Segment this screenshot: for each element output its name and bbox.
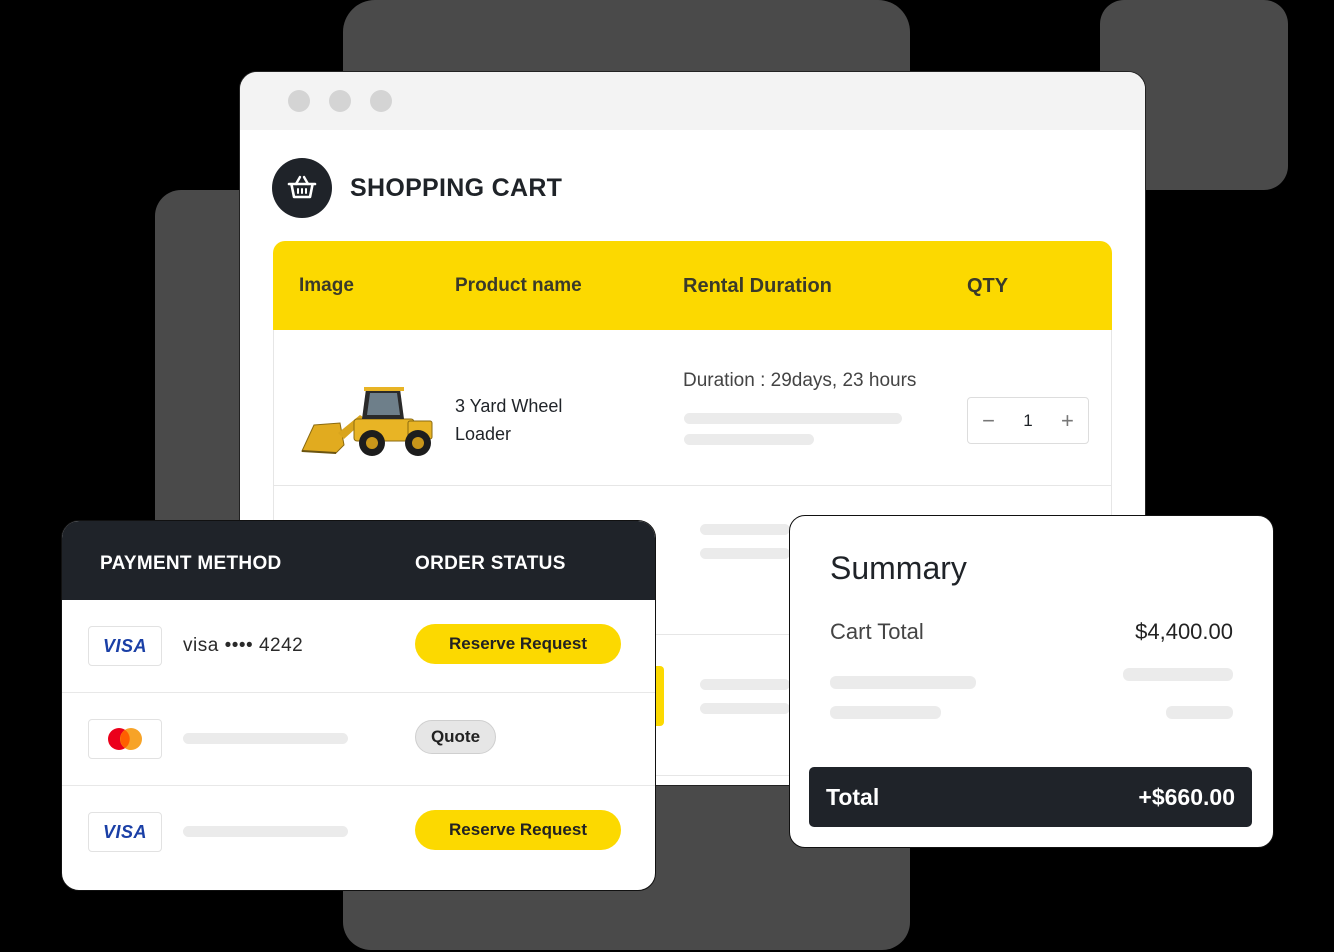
cart-total-label: Cart Total [830, 619, 924, 644]
payment-row: Quote [62, 693, 655, 786]
placeholder-line [1123, 668, 1233, 681]
cart-total-value: $4,400.00 [1135, 619, 1233, 644]
rental-duration: Duration : 29days, 23 hours [683, 370, 917, 391]
basket-icon [272, 158, 332, 218]
summary-title: Summary [830, 550, 967, 586]
placeholder-line [700, 703, 790, 714]
payment-card-header: PAYMENT METHOD ORDER STATUS [62, 521, 655, 600]
total-bar: Total +$660.00 [809, 767, 1252, 827]
browser-titlebar [240, 72, 1145, 130]
cart-header: SHOPPING CART [272, 158, 562, 218]
placeholder-line [830, 706, 941, 719]
column-header-qty: QTY [967, 275, 1009, 297]
table-row: 3 Yard Wheel Loader Duration : 29days, 2… [273, 330, 1112, 486]
wheel-loader-image [301, 387, 433, 456]
card-number: visa •••• 4242 [183, 635, 304, 656]
order-status-header: ORDER STATUS [415, 553, 566, 574]
quote-badge[interactable]: Quote [415, 720, 496, 754]
quantity-stepper: − 1 + [967, 397, 1089, 444]
product-name[interactable]: 3 Yard Wheel Loader [455, 392, 605, 448]
qty-value: 1 [1023, 410, 1033, 430]
summary-card: Summary Cart Total $4,400.00 Total +$660… [789, 515, 1274, 848]
total-value: +$660.00 [1138, 784, 1235, 810]
visa-logo-icon: VISA [88, 812, 162, 852]
placeholder-line [1166, 706, 1233, 719]
cart-table-header: Image Product name Rental Duration QTY [273, 241, 1112, 330]
mastercard-logo-icon [88, 719, 162, 759]
column-header-rental-duration: Rental Duration [683, 275, 832, 297]
reserve-request-button[interactable]: Reserve Request [415, 810, 621, 850]
column-header-product-name: Product name [455, 275, 582, 296]
placeholder-line [700, 524, 790, 535]
window-dot-maximize[interactable] [370, 90, 392, 112]
placeholder-line [700, 679, 790, 690]
payment-method-header: PAYMENT METHOD [100, 553, 282, 574]
column-header-image: Image [299, 275, 354, 296]
placeholder-line [684, 413, 902, 424]
placeholder-line [700, 548, 790, 559]
window-dot-minimize[interactable] [329, 90, 351, 112]
payment-card: PAYMENT METHOD ORDER STATUS VISA visa ••… [61, 520, 656, 891]
reserve-request-button[interactable]: Reserve Request [415, 624, 621, 664]
placeholder-line [830, 676, 976, 689]
placeholder-line [183, 826, 348, 837]
placeholder-line [183, 733, 348, 744]
window-dot-close[interactable] [288, 90, 310, 112]
page-title: SHOPPING CART [350, 173, 563, 202]
payment-row: VISA visa •••• 4242 Reserve Request [62, 600, 655, 693]
payment-row: VISA Reserve Request [62, 786, 655, 878]
visa-logo-icon: VISA [88, 626, 162, 666]
qty-increase-button[interactable]: + [1061, 408, 1074, 434]
total-label: Total [826, 784, 880, 810]
qty-decrease-button[interactable]: − [982, 408, 995, 434]
placeholder-line [684, 434, 814, 445]
